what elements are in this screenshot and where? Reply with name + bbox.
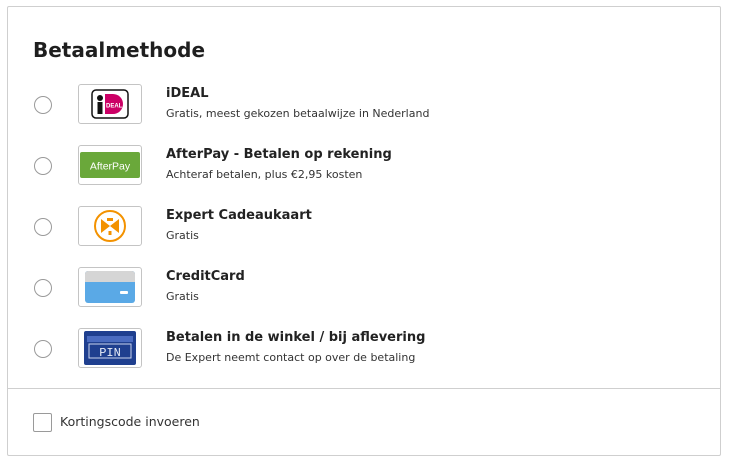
section-title: Betaalmethode [33,38,206,62]
payment-option-ideal[interactable]: DEAL iDEAL Gratis, meest gekozen betaalw… [8,81,722,131]
payment-option-afterpay[interactable]: AfterPay AfterPay - Betalen op rekening … [8,142,722,192]
afterpay-logo-icon: AfterPay [78,145,142,185]
radio-pin[interactable] [34,340,52,358]
ideal-logo-icon: DEAL [78,84,142,124]
pin-card-icon: PIN [78,328,142,368]
coupon-checkbox[interactable] [33,413,52,432]
payment-option-creditcard[interactable]: CreditCard Gratis [8,264,722,314]
svg-text:DEAL: DEAL [106,104,123,110]
radio-ideal[interactable] [34,96,52,114]
method-description: Gratis, meest gekozen betaalwijze in Ned… [166,107,430,120]
payment-method-card: Betaalmethode DEAL iDEAL Gratis, meest g… [7,6,721,456]
method-name: iDEAL [166,86,209,101]
method-description: De Expert neemt contact op over de betal… [166,351,416,364]
method-name: Expert Cadeaukaart [166,208,312,223]
method-name: CreditCard [166,269,245,284]
section-divider [8,388,720,389]
method-description: Gratis [166,290,199,303]
method-description: Achteraf betalen, plus €2,95 kosten [166,168,363,181]
radio-afterpay[interactable] [34,157,52,175]
method-description: Gratis [166,229,199,242]
radio-creditcard[interactable] [34,279,52,297]
svg-text:PIN: PIN [99,346,121,360]
method-name: AfterPay - Betalen op rekening [166,147,392,162]
expert-giftcard-icon [78,206,142,246]
creditcard-icon [78,267,142,307]
coupon-label[interactable]: Kortingscode invoeren [60,414,200,429]
svg-text:AfterPay: AfterPay [90,161,131,173]
payment-option-expert-cadeaukaart[interactable]: Expert Cadeaukaart Gratis [8,203,722,253]
radio-expert-cadeaukaart[interactable] [34,218,52,236]
method-name: Betalen in de winkel / bij aflevering [166,330,426,345]
payment-option-pin[interactable]: PIN Betalen in de winkel / bij afleverin… [8,325,722,375]
